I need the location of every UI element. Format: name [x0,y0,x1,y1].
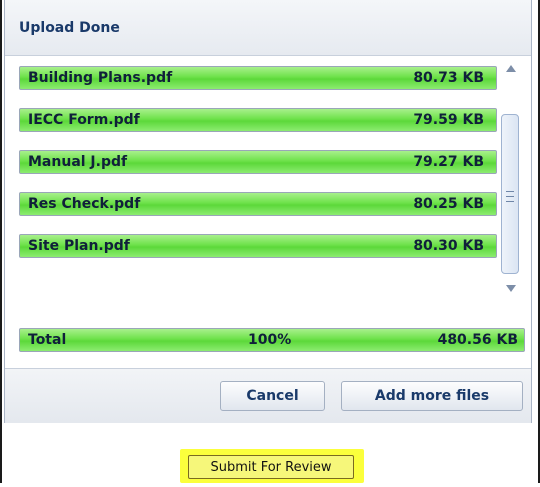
total-row: Total 100% 480.56 KB [19,328,525,352]
file-row: Building Plans.pdf 80.73 KB [19,66,497,90]
file-name: Manual J.pdf [28,154,128,170]
dialog-header: Upload Done [5,0,531,56]
chevron-down-icon[interactable] [506,285,516,292]
dialog-title: Upload Done [19,20,120,36]
submit-for-review-button[interactable]: Submit For Review [188,455,354,479]
file-name: Site Plan.pdf [28,238,130,254]
file-size: 80.25 KB [413,196,484,212]
total-percent: 100% [248,332,292,348]
total-size: 480.56 KB [437,332,518,348]
upload-dialog: Upload Done Building Plans.pdf 80.73 KB … [4,0,532,423]
file-row: IECC Form.pdf 79.59 KB [19,108,497,132]
page-frame: Upload Done Building Plans.pdf 80.73 KB … [0,0,540,483]
file-name: Building Plans.pdf [28,70,173,86]
file-size: 80.30 KB [413,238,484,254]
file-size: 80.73 KB [413,70,484,86]
file-list-scrollbar[interactable] [499,56,523,296]
file-list: Building Plans.pdf 80.73 KB IECC Form.pd… [5,56,531,296]
scrollbar-thumb[interactable] [501,114,519,274]
grip-icon [506,191,514,206]
file-row: Res Check.pdf 80.25 KB [19,192,497,216]
file-row: Site Plan.pdf 80.30 KB [19,234,497,258]
file-name: IECC Form.pdf [28,112,140,128]
add-more-files-button[interactable]: Add more files [341,381,523,411]
chevron-up-icon[interactable] [506,65,516,72]
dialog-footer: Cancel Add more files [5,368,531,423]
file-name: Res Check.pdf [28,196,141,212]
cancel-button[interactable]: Cancel [220,381,325,411]
file-row: Manual J.pdf 79.27 KB [19,150,497,174]
file-size: 79.59 KB [413,112,484,128]
total-label: Total [28,332,67,348]
file-size: 79.27 KB [413,154,484,170]
